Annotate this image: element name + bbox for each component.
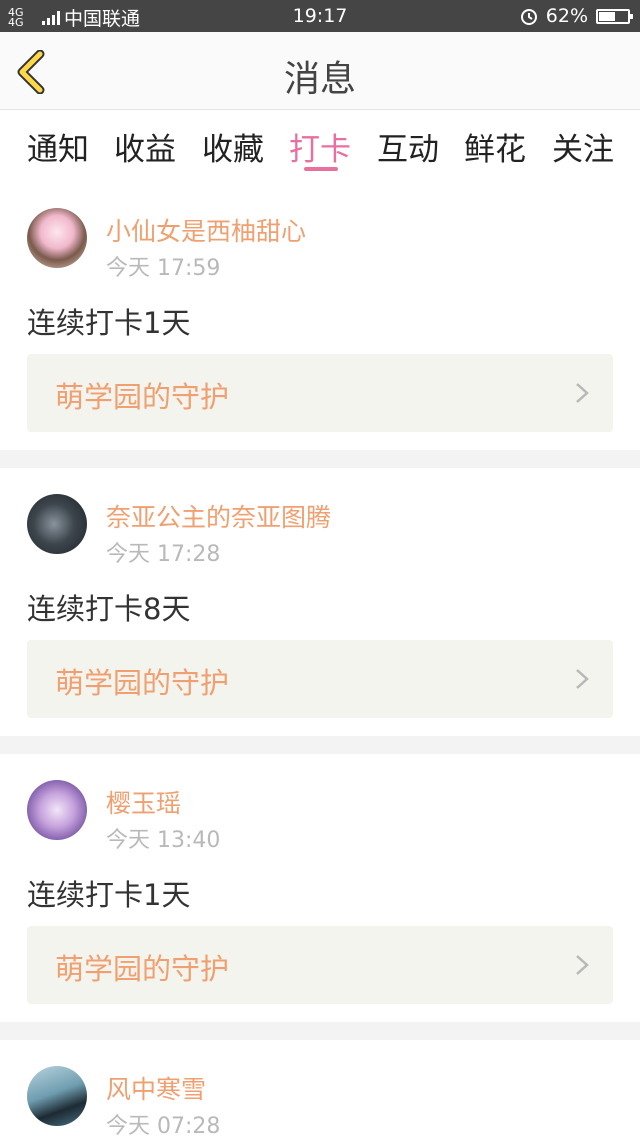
username[interactable]: 樱玉瑶 [106,784,181,820]
link-card-label: 萌学园的守护 [55,666,230,700]
chevron-right-icon [576,383,589,403]
tab-flowers[interactable]: 鲜花 [464,124,526,169]
avatar[interactable] [27,780,87,840]
username[interactable]: 风中寒雪 [106,1070,206,1106]
battery-icon [596,8,633,24]
checkin-message: 连续打卡8天 [27,592,191,626]
timestamp: 今天 13:40 [106,828,221,853]
timestamp: 今天 17:59 [106,256,221,281]
link-card-label: 萌学园的守护 [55,380,230,414]
tab-favorites[interactable]: 收藏 [202,124,264,169]
app-header: 消息 [0,32,640,110]
avatar[interactable] [27,1066,87,1126]
status-bar: 4G 4G 中国联通 19:17 62% [0,0,640,32]
username[interactable]: 小仙女是西柚甜心 [106,212,306,248]
status-right: 62% [520,5,633,27]
tab-bar: 通知 收益 收藏 打卡 互动 鲜花 关注 [0,110,640,174]
alarm-icon [520,9,537,25]
chevron-right-icon [576,669,589,689]
tab-checkin[interactable]: 打卡 [289,124,351,169]
active-tab-indicator [304,167,338,171]
timestamp: 今天 07:28 [106,1114,221,1139]
avatar[interactable] [27,208,87,268]
checkin-message: 连续打卡1天 [27,306,191,340]
link-card-label: 萌学园的守护 [55,952,230,986]
separator [0,736,640,754]
link-card[interactable]: 萌学园的守护 [27,926,613,1004]
tab-interaction[interactable]: 互动 [377,124,439,169]
chevron-right-icon [576,955,589,975]
tab-follow[interactable]: 关注 [552,124,614,169]
page-title: 消息 [283,59,356,100]
battery-percent: 62% [545,5,588,27]
avatar[interactable] [27,494,87,554]
tab-notifications[interactable]: 通知 [27,124,89,169]
checkin-message: 连续打卡1天 [27,878,191,912]
tab-earnings[interactable]: 收益 [114,124,176,169]
separator [0,1022,640,1040]
separator [0,450,640,468]
link-card[interactable]: 萌学园的守护 [27,640,613,718]
username[interactable]: 奈亚公主的奈亚图腾 [106,498,331,534]
link-card[interactable]: 萌学园的守护 [27,354,613,432]
timestamp: 今天 17:28 [106,542,221,567]
